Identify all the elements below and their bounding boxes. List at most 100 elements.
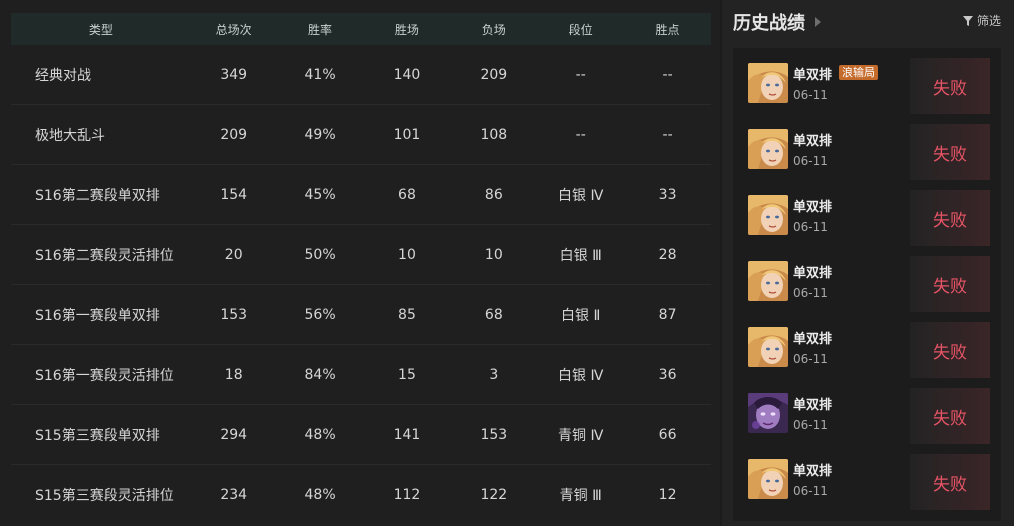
match-date: 06-11 <box>793 220 828 234</box>
table-row: 经典对战 349 41% 140 209 -- -- <box>11 45 711 105</box>
cell-losses: 108 <box>480 126 508 143</box>
match-item[interactable]: 单双排 06-11 失败 <box>733 187 1001 246</box>
cell-type: 极地大乱斗 <box>35 127 105 144</box>
chevron-right-icon <box>815 17 821 27</box>
cell-total-games: 18 <box>224 366 243 383</box>
match-mode: 单双排 <box>793 68 833 83</box>
header-wins: 胜场 <box>394 22 419 37</box>
match-date: 06-11 <box>793 352 828 366</box>
cell-total-games: 20 <box>224 246 243 263</box>
cell-win-rate: 84% <box>304 366 336 383</box>
cell-losses: 3 <box>489 366 499 383</box>
cell-win-rate: 50% <box>304 246 336 263</box>
match-mode: 单双排 <box>793 134 833 149</box>
cell-rank: 青铜 Ⅲ <box>559 488 602 504</box>
cell-losses: 10 <box>484 246 503 263</box>
table-row: S16第二赛段灵活排位 20 50% 10 10 白银 Ⅲ 28 <box>11 225 711 285</box>
cell-lp: 36 <box>658 366 677 383</box>
match-item[interactable]: 单双排 06-11 失败 <box>733 121 1001 180</box>
match-result: 失败 <box>910 454 990 510</box>
cell-rank: -- <box>575 126 586 143</box>
blonde-champion-avatar <box>748 327 788 367</box>
header-lp: 胜点 <box>655 22 680 37</box>
table-row: S16第一赛段灵活排位 18 84% 15 3 白银 Ⅳ 36 <box>11 345 711 405</box>
cell-wins: 101 <box>393 126 421 143</box>
table-row: S15第三赛段单双排 294 48% 141 153 青铜 Ⅳ 66 <box>11 405 711 465</box>
cell-lp: 28 <box>658 246 677 263</box>
cell-rank: -- <box>575 66 586 83</box>
header-type: 类型 <box>88 22 113 37</box>
match-item[interactable]: 单双排 06-11 失败 <box>733 253 1001 312</box>
cell-total-games: 154 <box>220 186 248 203</box>
cell-wins: 10 <box>398 246 416 263</box>
cell-type: 经典对战 <box>35 67 91 84</box>
stats-table-body: 经典对战 349 41% 140 209 -- -- 极地大乱斗 209 49% 101 108 -- -… <box>11 45 711 525</box>
match-date: 06-11 <box>793 154 828 168</box>
match-result: 失败 <box>910 58 990 114</box>
match-result: 失败 <box>910 388 990 444</box>
header-win-rate: 胜率 <box>308 22 333 37</box>
match-item[interactable]: 单双排 06-11 失败 <box>733 319 1001 378</box>
stats-table: 类型 总场次 胜率 胜场 负场 段位 胜点 经典对战 349 41% 140 209 --… <box>11 13 711 525</box>
table-row: S16第二赛段单双排 154 45% 68 86 白银 Ⅳ 33 <box>11 165 711 225</box>
cell-wins: 141 <box>393 426 421 443</box>
cell-type: S16第二赛段灵活排位 <box>35 247 174 264</box>
match-item[interactable]: 单双排 06-11 失败 <box>733 385 1001 444</box>
cell-type: S15第三赛段灵活排位 <box>35 488 174 504</box>
match-mode: 单双排 <box>793 398 833 413</box>
cell-losses: 68 <box>484 306 503 323</box>
match-date: 06-11 <box>793 286 828 300</box>
cell-rank: 白银 Ⅲ <box>559 247 602 264</box>
blonde-champion-avatar <box>748 129 788 169</box>
cell-win-rate: 48% <box>304 487 336 503</box>
cell-lp: 12 <box>658 487 677 503</box>
cell-total-games: 209 <box>220 126 248 143</box>
cell-total-games: 153 <box>220 306 248 323</box>
cell-lp: 33 <box>658 186 677 203</box>
cell-wins: 68 <box>398 186 416 203</box>
cell-total-games: 349 <box>220 66 248 83</box>
table-row: S16第一赛段单双排 153 56% 85 68 白银 Ⅱ 87 <box>11 285 711 345</box>
cell-wins: 140 <box>393 66 421 83</box>
match-item[interactable]: 单双排 06-11 失败 <box>733 451 1001 510</box>
cell-win-rate: 49% <box>304 126 336 143</box>
cell-rank: 白银 Ⅳ <box>558 187 604 204</box>
cell-losses: 209 <box>480 66 508 83</box>
cell-losses: 86 <box>484 186 503 203</box>
match-mode: 单双排 <box>793 332 833 347</box>
match-item[interactable]: 单双排 浪输局 06-11 失败 <box>733 55 1001 114</box>
cell-total-games: 294 <box>220 426 248 443</box>
cell-total-games: 234 <box>220 487 248 503</box>
cell-lp: -- <box>662 126 673 143</box>
cell-lp: 66 <box>658 426 677 443</box>
cell-type: S16第一赛段单双排 <box>35 307 160 324</box>
blonde-champion-avatar <box>748 261 788 301</box>
match-result: 失败 <box>910 190 990 246</box>
match-result: 失败 <box>910 124 990 180</box>
match-mode: 单双排 <box>793 266 833 281</box>
cell-rank: 白银 Ⅳ <box>558 367 604 384</box>
match-tag-badge: 浪输局 <box>839 65 878 80</box>
cell-win-rate: 45% <box>304 186 336 203</box>
cell-type: S16第二赛段单双排 <box>35 187 160 204</box>
cell-wins: 15 <box>398 366 416 383</box>
match-result: 失败 <box>910 322 990 378</box>
cell-lp: -- <box>662 66 673 83</box>
match-result: 失败 <box>910 256 990 312</box>
header-total-games: 总场次 <box>215 22 252 37</box>
table-row: 极地大乱斗 209 49% 101 108 -- -- <box>11 105 711 165</box>
cell-losses: 153 <box>480 426 508 443</box>
cell-win-rate: 41% <box>304 66 336 83</box>
cell-type: S15第三赛段单双排 <box>35 427 160 444</box>
history-title[interactable]: 历史战绩 <box>733 9 821 35</box>
stats-table-header: 类型 总场次 胜率 胜场 负场 段位 胜点 <box>11 13 711 45</box>
history-panel: 历史战绩 筛选 单双排 浪输局 06-11 失败 单双排 06-11 失败 单双排 06-11 失… <box>722 0 1014 526</box>
cell-win-rate: 56% <box>304 306 336 323</box>
header-losses: 负场 <box>481 22 506 37</box>
blonde-champion-avatar <box>748 63 788 103</box>
match-date: 06-11 <box>793 484 828 498</box>
match-mode: 单双排 <box>793 200 833 215</box>
header-rank: 段位 <box>568 22 593 37</box>
filter-button[interactable]: 筛选 <box>962 12 1001 29</box>
blonde-champion-avatar <box>748 195 788 235</box>
